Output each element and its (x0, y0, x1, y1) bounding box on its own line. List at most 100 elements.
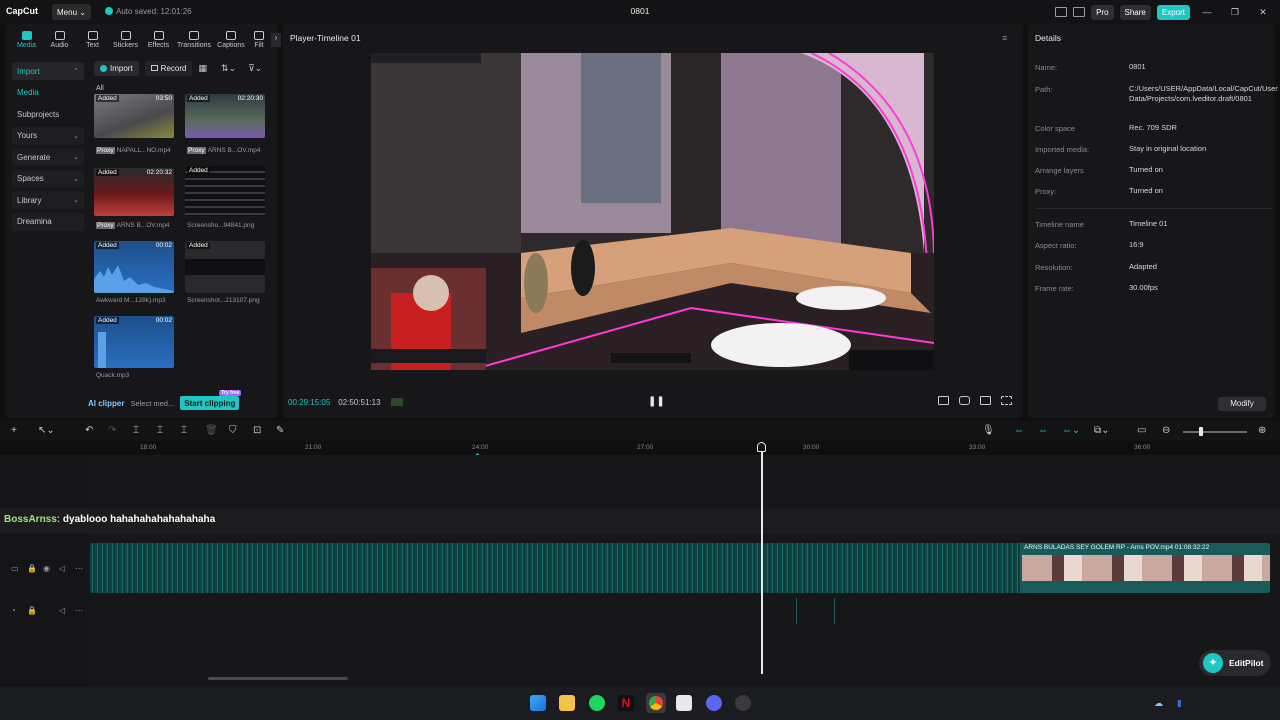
select-tool-icon[interactable]: ↖⌄ (38, 425, 55, 436)
spotify-icon[interactable] (589, 695, 605, 711)
sidenav-spaces[interactable]: Spaces ⌄ (12, 169, 84, 188)
media-item[interactable]: Added 02:20:32 (94, 168, 174, 216)
record-button[interactable]: Record (144, 60, 193, 76)
media-item[interactable]: Added 02:20:30 (185, 94, 265, 138)
grid-view-icon[interactable]: ▦ (198, 63, 207, 74)
redo-icon[interactable]: ↷ (108, 425, 116, 436)
sidenav-import[interactable]: Import ⌃ (12, 62, 84, 80)
crop-tool-icon[interactable]: ⊡ (253, 425, 261, 436)
magnet-icon[interactable]: ⇔ (1038, 425, 1048, 436)
eye-icon[interactable]: ◉ (43, 564, 50, 573)
split-icon[interactable]: ⌶ (133, 425, 139, 436)
minimize-icon[interactable]: — (1196, 7, 1218, 17)
sidenav-yours[interactable]: Yours ⌄ (12, 126, 84, 145)
export-button[interactable]: Export (1156, 4, 1190, 20)
zoom-slider[interactable] (1183, 431, 1247, 433)
import-button[interactable]: Import (94, 60, 139, 76)
microphone-icon[interactable]: 🎙 (982, 425, 995, 436)
close-icon[interactable]: ✕ (1252, 7, 1274, 18)
audio-clip[interactable] (796, 598, 797, 624)
tray-icon[interactable]: ▮ (1177, 698, 1182, 709)
playhead[interactable] (761, 442, 763, 674)
media-item[interactable]: Added (185, 241, 265, 293)
timeline-scrollbar[interactable] (208, 677, 348, 680)
audio-clip[interactable] (834, 598, 835, 624)
zoom-in-icon[interactable]: ⊕ (1258, 425, 1266, 436)
audio-track-icon[interactable]: ◔ (11, 606, 16, 615)
media-item[interactable]: Added (185, 166, 265, 216)
obs-icon[interactable] (735, 695, 751, 711)
zoom-slider-handle[interactable] (1199, 427, 1203, 436)
tab-stickers[interactable]: Stickers (109, 31, 142, 49)
playhead-handle[interactable] (757, 442, 766, 452)
volume-icon[interactable]: ◁ (59, 606, 65, 615)
tab-captions[interactable]: Captions (213, 31, 249, 49)
shield-icon[interactable]: ⛉ (229, 425, 237, 436)
file-explorer-icon[interactable] (559, 695, 575, 711)
modify-button[interactable]: Modify (1218, 397, 1266, 411)
netflix-icon[interactable]: N (618, 695, 634, 711)
tab-media[interactable]: Media (10, 31, 43, 49)
sort-icon[interactable]: ⇅⌄ (221, 63, 236, 74)
share-button[interactable]: Share (1119, 4, 1151, 20)
pro-button[interactable]: Pro (1091, 4, 1114, 20)
select-media-hint[interactable]: Select med... (130, 399, 174, 408)
media-item-caption: Screensho...94841.png (187, 222, 254, 229)
ratio-icon[interactable] (980, 396, 991, 405)
tab-label: Filt (254, 42, 264, 49)
ai-clipper-button[interactable]: AI clipper (88, 399, 124, 408)
draw-icon[interactable]: ✎ (276, 425, 284, 436)
media-item[interactable]: Added 00:02 (94, 316, 174, 368)
lock-icon[interactable]: 🔒 (27, 564, 37, 573)
zoom-out-icon[interactable]: ⊖ (1162, 425, 1170, 436)
undo-icon[interactable]: ↶ (85, 425, 93, 436)
tab-filters[interactable]: Filt (249, 31, 269, 49)
more-icon[interactable]: ⋯ (75, 564, 83, 573)
import-icon (100, 64, 107, 72)
detail-key: Frame rate: (1035, 284, 1074, 293)
caption-icon[interactable]: ▭ (1137, 425, 1146, 436)
pause-icon[interactable]: ❚❚ (648, 396, 665, 407)
tab-transitions[interactable]: Transitions (175, 31, 213, 49)
media-item[interactable]: Added 03:50 (94, 94, 174, 138)
lock-icon[interactable]: 🔒 (27, 606, 37, 615)
preview-axis-icon[interactable]: ⧉⌄ (1094, 425, 1110, 436)
layout-icon[interactable] (1055, 7, 1068, 17)
add-icon[interactable]: + (11, 425, 17, 436)
video-preview[interactable] (371, 53, 934, 370)
cover-icon[interactable]: ▭ (11, 564, 19, 573)
editpilot-button[interactable]: ✦ EditPilot (1199, 650, 1272, 676)
sidenav-dreamina[interactable]: Dreamina (12, 212, 84, 231)
capcut-app-icon[interactable] (676, 695, 692, 711)
player-menu-icon[interactable]: ≡ (1002, 33, 1007, 43)
tabs-next-icon[interactable]: › (271, 33, 281, 47)
split-left-icon[interactable]: ⌶ (157, 425, 163, 436)
sidenav-media[interactable]: Media (12, 84, 84, 102)
split-right-icon[interactable]: ⌶ (181, 425, 187, 436)
tab-effects[interactable]: Effects (142, 31, 175, 49)
time-ruler[interactable] (88, 441, 1280, 455)
sidenav-generate[interactable]: Generate ⌄ (12, 148, 84, 166)
chrome-icon[interactable] (646, 693, 666, 713)
fullscreen-icon[interactable] (1001, 396, 1012, 405)
windows-start-icon[interactable] (530, 695, 546, 711)
panel-icon[interactable] (1073, 7, 1086, 17)
crop-icon[interactable] (959, 396, 970, 405)
more-icon[interactable]: ⋯ (75, 606, 83, 615)
maximize-icon[interactable]: ❐ (1224, 7, 1246, 18)
media-item[interactable]: Added 00:02 (94, 241, 174, 293)
delete-icon[interactable]: 🗑 (205, 425, 218, 436)
link-icon[interactable]: ⇔ (1014, 425, 1024, 436)
network-icon[interactable]: ☁ (1154, 698, 1163, 709)
volume-icon[interactable]: ◁ (59, 564, 65, 573)
tab-audio[interactable]: Audio (43, 31, 76, 49)
filter-icon[interactable]: ⊽⌄ (248, 63, 262, 74)
quality-icon[interactable] (938, 396, 949, 405)
tab-text[interactable]: Text (76, 31, 109, 49)
snap-icon[interactable]: ⇔⌄ (1062, 425, 1080, 436)
sidenav-library[interactable]: Library ⌄ (12, 191, 84, 209)
discord-icon[interactable] (706, 695, 722, 711)
sidenav-subprojects[interactable]: Subprojects (12, 105, 84, 123)
ruler-tick: 36:00 (1134, 444, 1151, 451)
start-clipping-button[interactable]: Start clipping Try free (180, 390, 242, 410)
